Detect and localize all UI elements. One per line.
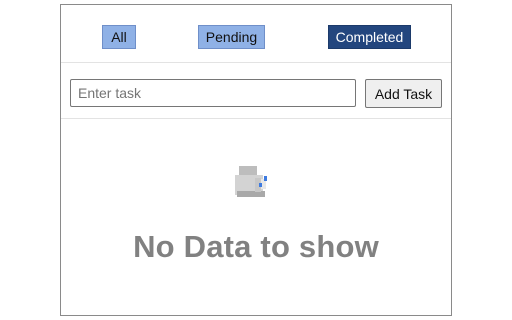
empty-state: No Data to show (61, 119, 451, 315)
add-task-button[interactable]: Add Task (365, 79, 442, 108)
filter-completed-button[interactable]: Completed (328, 25, 411, 49)
todo-app: All Pending Completed Add Task No Data t… (60, 4, 452, 316)
task-input[interactable] (70, 79, 356, 107)
empty-box-icon (235, 166, 267, 197)
task-form: Add Task (61, 63, 451, 119)
filter-all-button[interactable]: All (102, 25, 136, 49)
filter-bar: All Pending Completed (61, 5, 451, 63)
empty-message: No Data to show (133, 229, 379, 264)
filter-pending-button[interactable]: Pending (198, 25, 265, 49)
